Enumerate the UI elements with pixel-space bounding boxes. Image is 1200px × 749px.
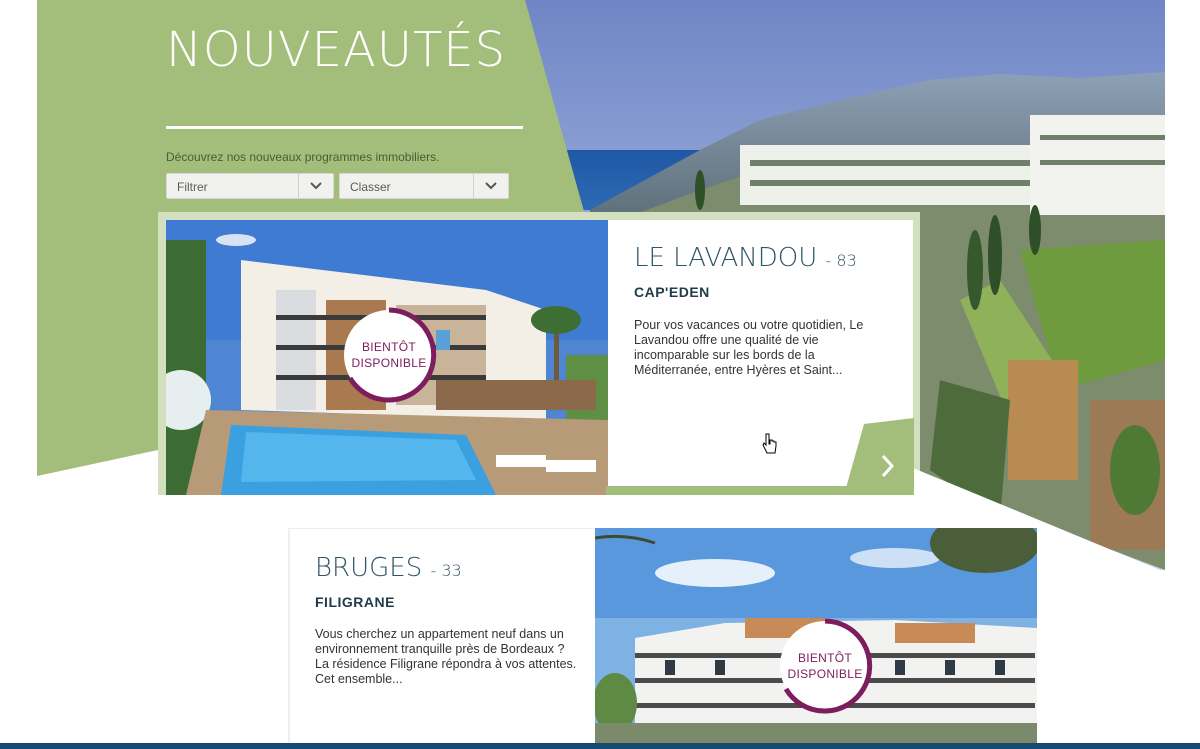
department-number: - 33	[430, 561, 462, 580]
availability-badge: BIENTÔT DISPONIBLE	[344, 307, 437, 403]
chevron-down-icon	[473, 174, 508, 198]
chevron-right-icon	[881, 454, 895, 478]
page: NOUVEAUTÉS Découvrez nos nouveaux progra…	[0, 0, 1200, 749]
page-title: NOUVEAUTÉS	[166, 22, 507, 78]
badge-ring-icon	[783, 618, 873, 714]
filter-select-label: Filtrer	[177, 180, 208, 194]
title-divider	[166, 126, 523, 129]
program-city: LE LAVANDOU - 83	[634, 243, 857, 273]
page-subtitle: Découvrez nos nouveaux programmes immobi…	[166, 150, 440, 164]
city-name: LE LAVANDOU	[634, 243, 818, 273]
sort-select[interactable]: Classer	[339, 173, 509, 199]
filter-select[interactable]: Filtrer	[166, 173, 334, 199]
availability-badge: BIENTÔT DISPONIBLE	[780, 618, 873, 714]
badge-ring-icon	[347, 307, 437, 403]
program-card-bruges[interactable]: BRUGES - 33 FILIGRANE Vous cherchez un a…	[288, 528, 1037, 743]
sort-select-label: Classer	[350, 180, 391, 194]
hand-cursor-icon	[762, 433, 777, 454]
chevron-down-icon	[298, 174, 333, 198]
program-name: FILIGRANE	[315, 594, 395, 610]
program-city: BRUGES - 33	[315, 553, 462, 583]
footer-bar	[0, 743, 1200, 749]
program-description: Pour vos vacances ou votre quotidien, Le…	[634, 318, 864, 377]
department-number: - 83	[825, 251, 857, 270]
program-description: Vous cherchez un appartement neuf dans u…	[315, 627, 577, 686]
city-name: BRUGES	[315, 553, 423, 583]
program-name: CAP'EDEN	[634, 284, 710, 300]
next-arrow-button[interactable]	[868, 450, 908, 484]
